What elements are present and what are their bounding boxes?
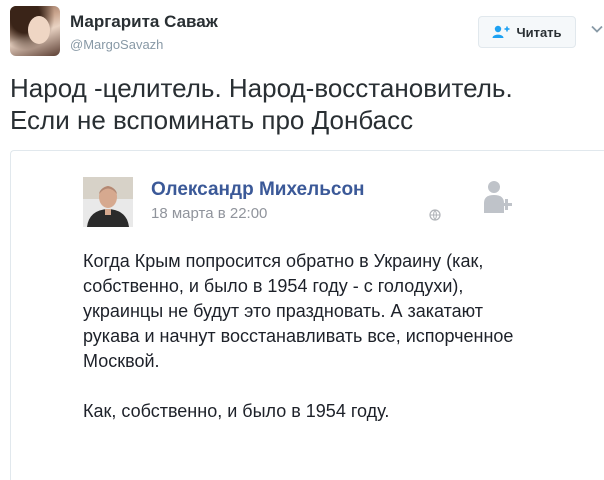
- fb-author-name[interactable]: Олександр Михельсон: [151, 179, 365, 201]
- add-user-icon: [492, 25, 510, 39]
- author-handle[interactable]: @MargoSavazh: [70, 37, 163, 52]
- avatar[interactable]: [10, 6, 60, 56]
- tweet-card: Маргарита Саваж @MargoSavazh Читать Наро…: [0, 0, 604, 480]
- fb-post-paragraph: Как, собственно, и было в 1954 году.: [83, 401, 390, 421]
- tweet-text: Народ -целитель. Народ-восстановитель. Е…: [10, 72, 594, 136]
- tweet-text-line: Если не вспоминать про Донбасс: [10, 105, 414, 135]
- globe-icon: [429, 209, 441, 221]
- author-name[interactable]: Маргарита Саваж: [70, 12, 218, 32]
- add-friend-icon[interactable]: [483, 179, 513, 215]
- avatar-face: [28, 16, 50, 44]
- fb-post-date[interactable]: 18 марта в 22:00: [151, 205, 267, 222]
- follow-button[interactable]: Читать: [478, 16, 576, 48]
- chevron-down-icon[interactable]: [590, 22, 604, 36]
- quoted-post[interactable]: Олександр Михельсон 18 марта в 22:00 Ког…: [10, 150, 604, 480]
- fb-post-body: Когда Крым попросится обратно в Украину …: [83, 249, 543, 424]
- tweet-text-line: Народ -целитель. Народ-восстановитель.: [10, 73, 513, 103]
- fb-post-paragraph: Когда Крым попросится обратно в Украину …: [83, 251, 514, 371]
- fb-avatar[interactable]: [83, 177, 133, 227]
- tweet-header: Маргарита Саваж @MargoSavazh Читать: [10, 6, 603, 58]
- follow-label: Читать: [516, 24, 562, 40]
